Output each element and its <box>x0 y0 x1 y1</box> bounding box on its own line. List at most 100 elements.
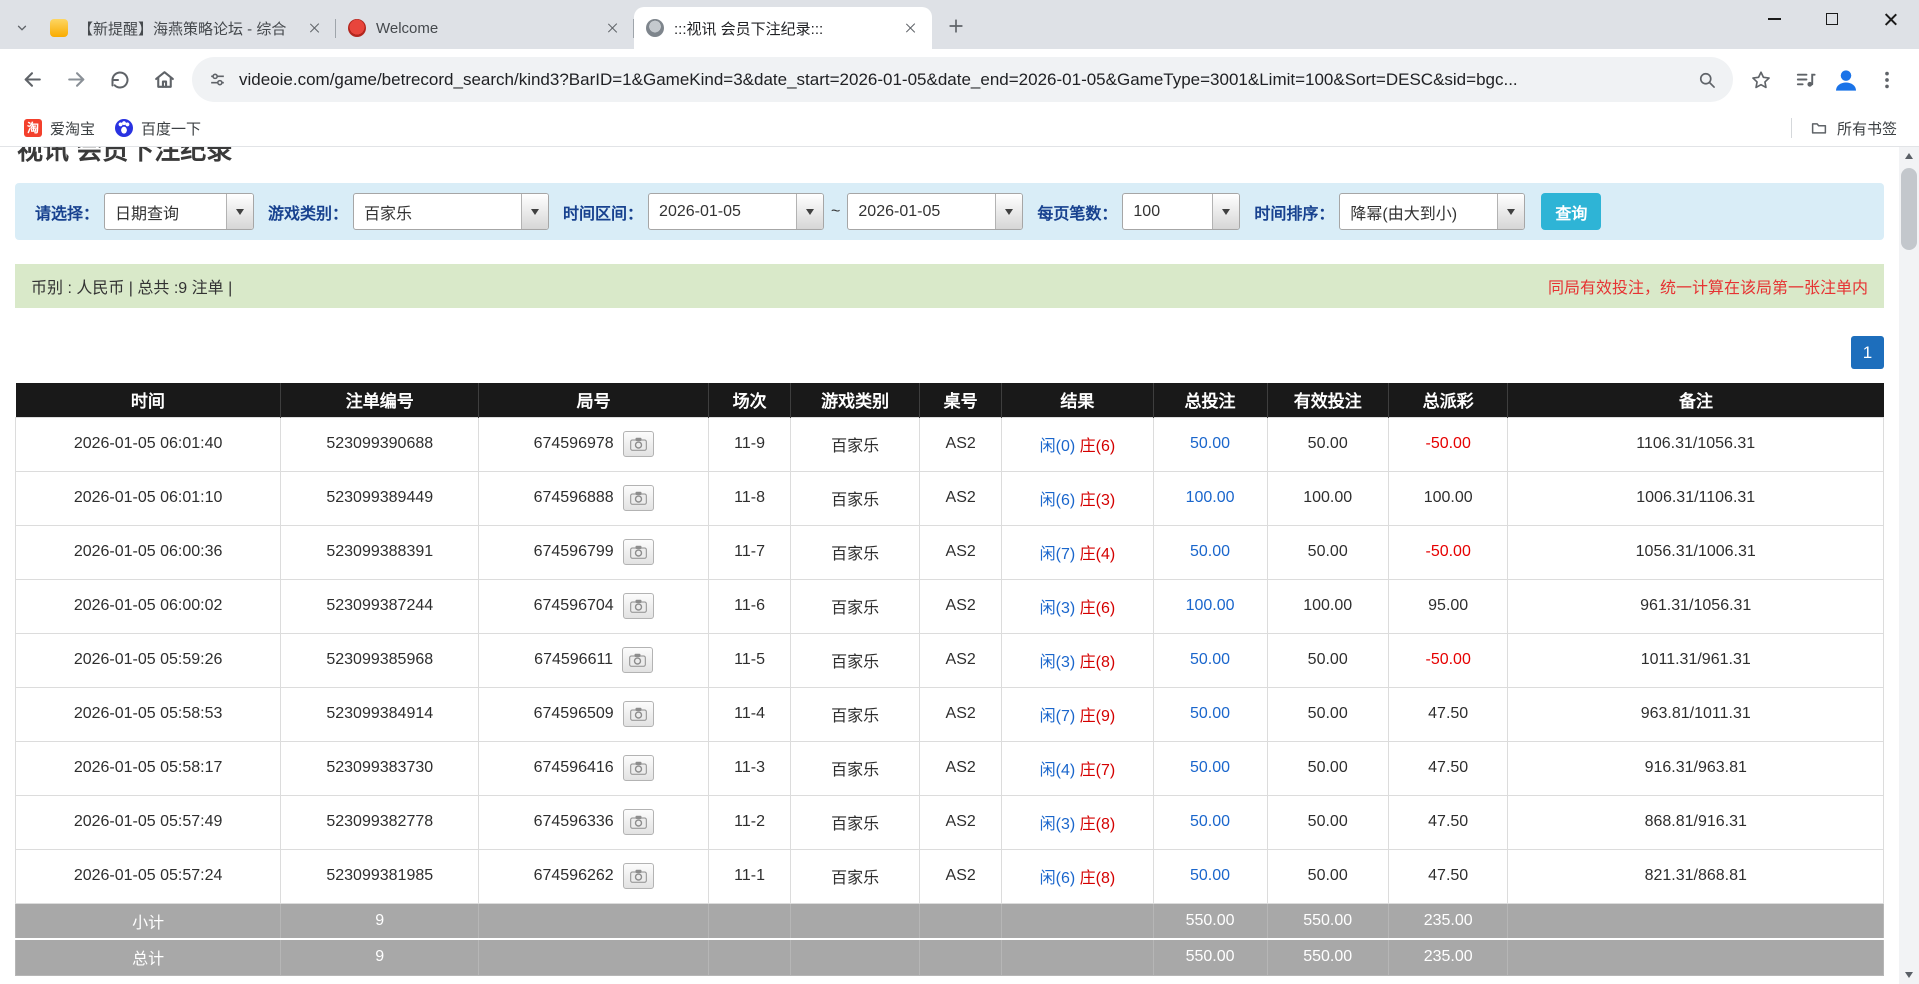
scrollbar-thumb[interactable] <box>1901 168 1917 250</box>
total-bet-link[interactable]: 50.00 <box>1190 705 1230 722</box>
browser-tab[interactable]: 【新提醒】海燕策略论坛 - 综合 <box>38 7 336 49</box>
address-bar[interactable]: videoie.com/game/betrecord_search/kind3?… <box>192 57 1733 102</box>
url-text[interactable]: videoie.com/game/betrecord_search/kind3?… <box>239 70 1685 90</box>
media-controls-button[interactable] <box>1783 58 1827 102</box>
query-type-combobox[interactable]: 日期查询 <box>104 193 254 230</box>
chevron-down-icon <box>1005 209 1013 215</box>
camera-button[interactable] <box>623 809 654 835</box>
total-bet-link[interactable]: 100.00 <box>1186 489 1235 506</box>
cell-valid-bet: 50.00 <box>1267 795 1388 849</box>
player-result: 闲(3) <box>1040 600 1076 617</box>
game-kind-combobox[interactable]: 百家乐 <box>353 193 549 230</box>
new-tab-button[interactable] <box>938 8 974 44</box>
bookmark-label: 爱淘宝 <box>50 118 95 139</box>
total-bet-link[interactable]: 100.00 <box>1186 597 1235 614</box>
scrollbar-up-button[interactable] <box>1899 147 1919 165</box>
profile-avatar[interactable] <box>1827 61 1865 99</box>
column-header: 备注 <box>1508 383 1884 417</box>
star-icon <box>1750 69 1772 91</box>
cell-valid-bet: 100.00 <box>1267 579 1388 633</box>
combobox-value: 100 <box>1123 194 1212 229</box>
camera-button[interactable] <box>623 593 654 619</box>
tab-close-icon[interactable] <box>902 19 920 37</box>
bookmark-star-button[interactable] <box>1739 58 1783 102</box>
browser-tab[interactable]: Welcome <box>336 7 634 49</box>
total-bet-link[interactable]: 50.00 <box>1190 759 1230 776</box>
summary-text: 币别 : 人民币 | 总共 :9 注单 | <box>31 274 232 298</box>
bookmark-item[interactable]: 淘爱淘宝 <box>14 114 105 142</box>
page-scrollbar <box>1899 147 1919 984</box>
dropdown-button[interactable] <box>226 194 253 229</box>
reload-button[interactable] <box>98 58 142 102</box>
table-row: 2026-01-05 05:57:24523099381985674596262… <box>16 849 1884 903</box>
chevron-down-icon <box>531 209 539 215</box>
cell-round-id: 674596611 <box>479 633 709 687</box>
tab-close-icon[interactable] <box>604 19 622 37</box>
footer-cell: 235.00 <box>1388 903 1508 939</box>
round-id: 674596611 <box>534 651 613 669</box>
menu-button[interactable] <box>1865 58 1909 102</box>
tab-close-icon[interactable] <box>306 19 324 37</box>
total-bet-link[interactable]: 50.00 <box>1190 813 1230 830</box>
camera-button[interactable] <box>623 485 654 511</box>
cell-total-bet: 100.00 <box>1153 579 1267 633</box>
sort-order-combobox[interactable]: 降幂(由大到小) <box>1339 193 1525 230</box>
bookmark-item[interactable]: 百度一下 <box>105 114 211 142</box>
cell-table: AS2 <box>920 471 1002 525</box>
close-window-button[interactable] <box>1861 0 1919 38</box>
scrollbar-down-button[interactable] <box>1899 966 1919 984</box>
page-size-combobox[interactable]: 100 <box>1122 193 1240 230</box>
camera-button[interactable] <box>623 863 654 889</box>
footer-cell <box>1002 903 1153 939</box>
combobox-value: 2026-01-05 <box>649 194 796 229</box>
total-bet-link[interactable]: 50.00 <box>1190 435 1230 452</box>
footer-cell <box>479 939 709 975</box>
forward-button[interactable] <box>54 58 98 102</box>
dropdown-button[interactable] <box>1212 194 1239 229</box>
zoom-indicator-button[interactable] <box>1697 70 1717 90</box>
home-button[interactable] <box>142 58 186 102</box>
total-bet-link[interactable]: 50.00 <box>1190 543 1230 560</box>
maximize-icon <box>1826 13 1838 25</box>
chevron-down-icon <box>806 209 814 215</box>
all-bookmarks-button[interactable]: 所有书签 <box>1802 118 1905 139</box>
cell-table: AS2 <box>920 525 1002 579</box>
table-row: 2026-01-05 05:57:49523099382778674596336… <box>16 795 1884 849</box>
cell-remark: 1006.31/1106.31 <box>1508 471 1884 525</box>
dropdown-button[interactable] <box>521 194 548 229</box>
camera-icon <box>629 653 646 667</box>
tab-search-button[interactable] <box>6 7 38 49</box>
camera-button[interactable] <box>623 701 654 727</box>
round-id: 674596978 <box>534 435 614 453</box>
total-bet-link[interactable]: 50.00 <box>1190 867 1230 884</box>
footer-cell <box>479 903 709 939</box>
table-row: 2026-01-05 06:00:36523099388391674596799… <box>16 525 1884 579</box>
maximize-button[interactable] <box>1803 0 1861 38</box>
reload-icon <box>108 68 132 92</box>
round-id: 674596262 <box>534 867 614 885</box>
pagination-page-button[interactable]: 1 <box>1851 336 1884 369</box>
taobao-icon: 淘 <box>24 119 42 137</box>
camera-button[interactable] <box>623 755 654 781</box>
bookmarks-divider <box>1791 118 1792 138</box>
cell-session: 11-3 <box>709 741 791 795</box>
camera-button[interactable] <box>623 539 654 565</box>
dropdown-button[interactable] <box>796 194 823 229</box>
dropdown-button[interactable] <box>995 194 1022 229</box>
banker-result: 庄(4) <box>1080 546 1116 563</box>
total-bet-link[interactable]: 50.00 <box>1190 651 1230 668</box>
date-start-combobox[interactable]: 2026-01-05 <box>648 193 824 230</box>
footer-cell: 550.00 <box>1267 903 1388 939</box>
cell-round-id: 674596262 <box>479 849 709 903</box>
camera-button[interactable] <box>623 431 654 457</box>
site-settings-button[interactable] <box>208 70 227 89</box>
date-end-combobox[interactable]: 2026-01-05 <box>847 193 1023 230</box>
back-button[interactable] <box>10 58 54 102</box>
search-button[interactable]: 查询 <box>1541 193 1601 230</box>
minimize-button[interactable] <box>1745 0 1803 38</box>
camera-button[interactable] <box>622 647 653 673</box>
dropdown-button[interactable] <box>1497 194 1524 229</box>
footer-cell: 总计 <box>16 939 281 975</box>
cell-valid-bet: 50.00 <box>1267 741 1388 795</box>
browser-tab[interactable]: :::视讯 会员下注纪录::: <box>634 7 932 49</box>
